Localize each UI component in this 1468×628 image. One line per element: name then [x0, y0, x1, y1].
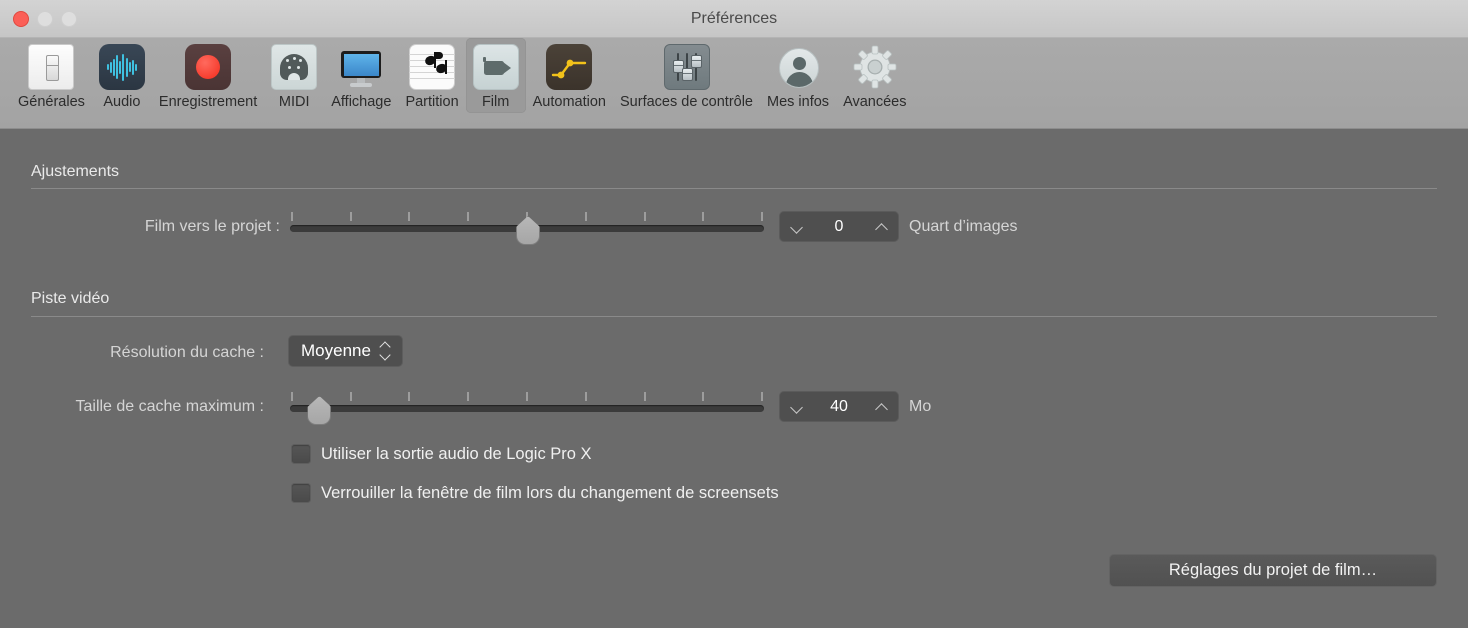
section-divider: [31, 316, 1437, 317]
record-icon: [185, 44, 231, 90]
tab-label: Avancées: [843, 94, 906, 110]
cache-resolution-label: Résolution du cache :: [0, 344, 264, 362]
button-label: Réglages du projet de film…: [1169, 561, 1377, 580]
tab-label: Générales: [18, 94, 85, 110]
section-divider: [31, 188, 1437, 189]
slider-ticks: [290, 392, 764, 401]
tab-enregistrement[interactable]: Enregistrement: [152, 38, 264, 113]
automation-curve-icon: [546, 44, 592, 90]
camcorder-icon: [473, 44, 519, 90]
lock-movie-window-label: Verrouiller la fenêtre de film lors du c…: [321, 484, 779, 503]
faders-icon: [664, 44, 710, 90]
tab-partition[interactable]: Partition: [398, 38, 465, 113]
cache-resolution-value: Moyenne: [301, 341, 371, 361]
max-cache-size-label: Taille de cache maximum :: [0, 398, 264, 416]
tab-label: Automation: [533, 94, 606, 110]
tab-avancees[interactable]: Avancées: [836, 38, 913, 113]
tab-mes-infos[interactable]: Mes infos: [760, 38, 836, 113]
lock-movie-window-checkbox[interactable]: [291, 483, 311, 503]
lock-movie-window-checkbox-row[interactable]: Verrouiller la fenêtre de film lors du c…: [291, 483, 779, 503]
audio-output-checkbox-row[interactable]: Utiliser la sortie audio de Logic Pro X: [291, 444, 592, 464]
section-title-ajustements: Ajustements: [31, 163, 119, 181]
tab-label: Mes infos: [767, 94, 829, 110]
music-note-icon: [409, 44, 455, 90]
film-to-project-label: Film vers le projet :: [0, 218, 280, 236]
preferences-window: Préférences Générales Audio: [0, 0, 1468, 628]
chevron-up-icon[interactable]: [875, 220, 888, 233]
tab-generales[interactable]: Générales: [11, 38, 92, 113]
gear-icon: [852, 44, 898, 90]
tab-label: Surfaces de contrôle: [620, 94, 753, 110]
max-cache-size-stepper[interactable]: 40: [779, 391, 899, 422]
max-cache-size-slider[interactable]: [290, 392, 764, 426]
midi-din-icon: [271, 44, 317, 90]
max-cache-size-unit: Mo: [909, 398, 931, 416]
waveform-icon: [99, 44, 145, 90]
window-title: Préférences: [0, 0, 1468, 37]
tab-film[interactable]: Film: [466, 38, 526, 113]
tab-audio[interactable]: Audio: [92, 38, 152, 113]
tab-midi[interactable]: MIDI: [264, 38, 324, 113]
film-to-project-slider[interactable]: [290, 212, 764, 246]
chevron-down-icon[interactable]: [790, 400, 803, 413]
cache-resolution-popup[interactable]: Moyenne: [288, 335, 403, 367]
tab-label: MIDI: [279, 94, 310, 110]
audio-output-checkbox[interactable]: [291, 444, 311, 464]
preferences-toolbar: Générales Audio Enregistrement: [0, 38, 1468, 129]
film-to-project-unit: Quart d’images: [909, 218, 1018, 236]
tab-surfaces-de-controle[interactable]: Surfaces de contrôle: [613, 38, 760, 113]
monitor-icon: [338, 44, 384, 90]
switch-icon: [28, 44, 74, 90]
audio-output-label: Utiliser la sortie audio de Logic Pro X: [321, 445, 592, 464]
tab-affichage[interactable]: Affichage: [324, 38, 398, 113]
movie-project-settings-button[interactable]: Réglages du projet de film…: [1109, 554, 1437, 587]
tab-label: Affichage: [331, 94, 391, 110]
tab-label: Enregistrement: [159, 94, 257, 110]
film-to-project-stepper[interactable]: 0: [779, 211, 899, 242]
person-icon: [775, 44, 821, 90]
tab-label: Audio: [103, 94, 140, 110]
tab-label: Film: [482, 94, 509, 110]
chevron-up-icon[interactable]: [875, 400, 888, 413]
tab-label: Partition: [405, 94, 458, 110]
film-to-project-value[interactable]: 0: [803, 218, 875, 236]
window-titlebar: Préférences: [0, 0, 1468, 38]
chevron-up-down-icon: [380, 341, 392, 361]
tab-automation[interactable]: Automation: [526, 38, 613, 113]
chevron-down-icon[interactable]: [790, 220, 803, 233]
slider-track[interactable]: [290, 405, 764, 412]
max-cache-size-value[interactable]: 40: [803, 398, 875, 416]
section-title-piste-video: Piste vidéo: [31, 290, 109, 308]
preferences-content: Ajustements Film vers le projet : 0 Quar…: [0, 129, 1468, 628]
